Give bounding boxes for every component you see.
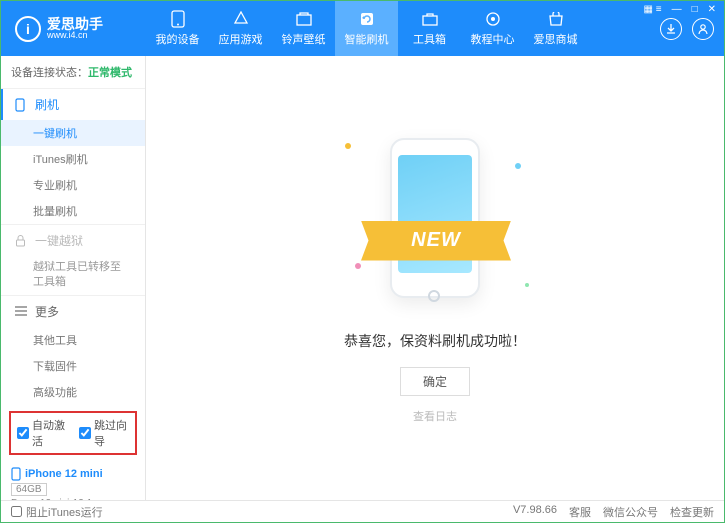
tutorial-icon xyxy=(483,10,503,28)
sidebar-item-download-fw[interactable]: 下载固件 xyxy=(1,353,145,379)
footer: 阻止iTunes运行 V7.98.66 客服 微信公众号 检查更新 xyxy=(1,500,724,522)
header: i 爱思助手 www.i4.cn 我的设备 应用游戏 铃声壁纸 智能刷机 工具箱… xyxy=(1,1,724,56)
sidebar: 设备连接状态：正常模式 刷机 一键刷机 iTunes刷机 专业刷机 批量刷机 一… xyxy=(1,56,146,500)
version-label: V7.98.66 xyxy=(513,504,557,520)
menu-icon[interactable]: ▦ ≡ xyxy=(640,3,666,16)
device-firmware: Down-12mini-13,1 xyxy=(11,498,135,500)
apps-icon xyxy=(231,10,251,28)
logo-icon: i xyxy=(15,16,41,42)
sidebar-item-other[interactable]: 其他工具 xyxy=(1,327,145,353)
sidebar-group-flash[interactable]: 刷机 xyxy=(1,89,145,120)
maximize-icon[interactable]: □ xyxy=(688,3,702,16)
nav-toolbox[interactable]: 工具箱 xyxy=(398,1,461,56)
flash-icon xyxy=(357,10,377,28)
content-area: NEW 恭喜您，保资料刷机成功啦！ 确定 查看日志 xyxy=(146,56,724,500)
footer-link-support[interactable]: 客服 xyxy=(569,504,591,520)
toolbox-icon xyxy=(420,10,440,28)
device-name[interactable]: iPhone 12 mini xyxy=(11,467,135,481)
options-highlight: 自动激活 跳过向导 xyxy=(9,411,137,455)
success-illustration: NEW xyxy=(375,133,495,313)
phone-icon xyxy=(168,10,188,28)
logo: i 爱思助手 www.i4.cn xyxy=(1,16,146,42)
checkbox-skip-guide[interactable]: 跳过向导 xyxy=(79,417,129,449)
jailbreak-note: 越狱工具已转移至 工具箱 xyxy=(1,256,145,295)
footer-link-update[interactable]: 检查更新 xyxy=(670,504,714,520)
nav-my-device[interactable]: 我的设备 xyxy=(146,1,209,56)
device-status: 设备连接状态：正常模式 xyxy=(1,56,145,88)
app-name: 爱思助手 xyxy=(47,17,103,31)
sidebar-item-batch[interactable]: 批量刷机 xyxy=(1,198,145,224)
top-nav: 我的设备 应用游戏 铃声壁纸 智能刷机 工具箱 教程中心 爱思商城 xyxy=(146,1,650,56)
device-capacity: 64GB xyxy=(11,483,47,496)
nav-store[interactable]: 爱思商城 xyxy=(524,1,587,56)
window-controls: ▦ ≡ — □ ✕ xyxy=(636,1,725,18)
sidebar-item-advanced[interactable]: 高级功能 xyxy=(1,379,145,405)
wallpaper-icon xyxy=(294,10,314,28)
sidebar-item-itunes[interactable]: iTunes刷机 xyxy=(1,146,145,172)
success-message: 恭喜您，保资料刷机成功啦！ xyxy=(344,331,526,351)
phone-small-icon xyxy=(15,98,29,112)
minimize-icon[interactable]: — xyxy=(668,3,686,16)
sidebar-item-oneclick[interactable]: 一键刷机 xyxy=(1,120,145,146)
close-icon[interactable]: ✕ xyxy=(704,3,720,16)
nav-tutorial[interactable]: 教程中心 xyxy=(461,1,524,56)
view-log-link[interactable]: 查看日志 xyxy=(413,408,457,424)
download-button[interactable] xyxy=(660,18,682,40)
sidebar-group-more[interactable]: 更多 xyxy=(1,296,145,327)
device-info: iPhone 12 mini 64GB Down-12mini-13,1 xyxy=(1,461,145,500)
nav-flash[interactable]: 智能刷机 xyxy=(335,1,398,56)
ok-button[interactable]: 确定 xyxy=(400,367,470,396)
list-icon xyxy=(15,306,29,316)
sidebar-group-jailbreak: 一键越狱 xyxy=(1,225,145,256)
store-icon xyxy=(546,10,566,28)
checkbox-auto-activate[interactable]: 自动激活 xyxy=(17,417,67,449)
nav-wallpaper[interactable]: 铃声壁纸 xyxy=(272,1,335,56)
user-button[interactable] xyxy=(692,18,714,40)
lock-icon xyxy=(15,235,29,247)
device-icon xyxy=(11,467,21,481)
app-url: www.i4.cn xyxy=(47,31,103,40)
checkbox-block-itunes[interactable]: 阻止iTunes运行 xyxy=(11,504,103,520)
footer-link-wechat[interactable]: 微信公众号 xyxy=(603,504,658,520)
nav-apps[interactable]: 应用游戏 xyxy=(209,1,272,56)
header-actions xyxy=(650,18,724,40)
sidebar-item-pro[interactable]: 专业刷机 xyxy=(1,172,145,198)
new-ribbon: NEW xyxy=(361,221,511,261)
